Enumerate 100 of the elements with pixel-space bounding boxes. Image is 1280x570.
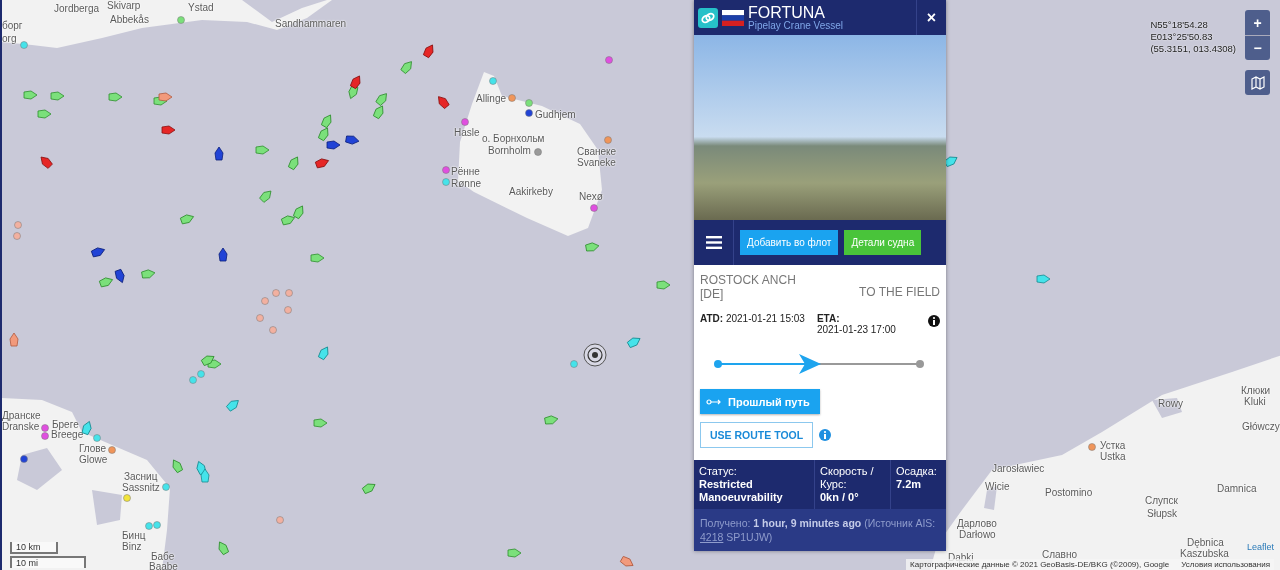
vessel-dot-icon[interactable]: [145, 522, 153, 530]
coordinate-text: N55°18'54.28: [1150, 19, 1209, 31]
vessel-dot-icon[interactable]: [13, 232, 21, 240]
coordinate-text: E013°25'50.83: [1150, 31, 1214, 43]
vessel-dot-icon[interactable]: [489, 77, 497, 85]
ship-icon[interactable]: [348, 84, 359, 99]
vessel-dot-icon[interactable]: [1088, 443, 1096, 451]
vessel-dot-icon[interactable]: [284, 306, 292, 314]
place-label: Сванеке: [577, 146, 617, 157]
link-icon[interactable]: [698, 7, 718, 28]
vessel-dot-icon[interactable]: [197, 370, 205, 378]
place-label: Rønne: [451, 178, 481, 189]
ship-icon[interactable]: [438, 96, 450, 109]
vessel-dot-icon[interactable]: [570, 360, 578, 368]
target-marker-icon[interactable]: [583, 343, 607, 367]
map-icon: [1250, 75, 1265, 90]
ship-icon[interactable]: [114, 268, 125, 283]
ship-icon[interactable]: [214, 146, 224, 161]
place-label: Клюки: [1241, 385, 1271, 396]
vessel-dot-icon[interactable]: [269, 326, 277, 334]
vessel-arrow-icon: [799, 354, 821, 374]
vessel-dot-icon[interactable]: [177, 16, 185, 24]
place-label: Брегe: [52, 419, 79, 430]
place-label: Kluki: [1244, 396, 1266, 407]
leaflet-link[interactable]: Leaflet: [1246, 542, 1274, 552]
vessel-dot-icon[interactable]: [525, 99, 533, 107]
route-tool-button[interactable]: USE ROUTE TOOL: [700, 422, 814, 448]
past-track-button[interactable]: Прошлый путь: [700, 389, 820, 414]
place-label: Glowe: [79, 454, 108, 465]
menu-icon: [705, 236, 722, 249]
place-label: Ustka: [1100, 451, 1126, 462]
place-label: Darłowo: [959, 529, 996, 540]
info-icon[interactable]: [928, 315, 940, 327]
vessel-dot-icon[interactable]: [442, 178, 450, 186]
place-label: Rowy: [1158, 398, 1183, 409]
track-icon: [706, 398, 722, 405]
vessel-dot-icon[interactable]: [256, 314, 264, 322]
place-label: Hasle: [454, 127, 480, 138]
vessel-type: Pipelay Crane Vessel: [748, 20, 844, 31]
place-label: Aakirkeby: [509, 186, 553, 197]
vessel-dot-icon[interactable]: [442, 166, 450, 174]
vessel-dot-icon[interactable]: [261, 297, 269, 305]
place-label: Слупск: [1145, 495, 1178, 506]
ship-icon[interactable]: [161, 125, 176, 135]
vessel-dot-icon[interactable]: [41, 424, 49, 432]
zoom-in-button[interactable]: +: [1245, 10, 1270, 35]
ship-icon[interactable]: [218, 247, 228, 262]
vessel-dot-icon[interactable]: [189, 376, 197, 384]
action-button[interactable]: Добавить во флот: [740, 230, 839, 255]
place-label: Jordberga: [54, 3, 100, 14]
ship-icon[interactable]: [423, 44, 434, 59]
place-label: Глове: [79, 443, 107, 454]
place-label: org: [2, 33, 17, 44]
place-label: Skivarp: [107, 0, 141, 11]
place-label: Główczy: [1242, 421, 1280, 432]
ship-icon[interactable]: [326, 140, 341, 150]
place-label: Sassnitz: [122, 482, 160, 493]
vessel-dot-icon[interactable]: [590, 204, 598, 212]
place-label: Breege: [51, 429, 84, 440]
vessel-dot-icon[interactable]: [108, 446, 116, 454]
ship-icon[interactable]: [345, 135, 360, 145]
vessel-dot-icon[interactable]: [123, 494, 131, 502]
vessel-dot-icon[interactable]: [20, 41, 28, 49]
vessel-dot-icon[interactable]: [461, 118, 469, 126]
ship-icon[interactable]: [314, 158, 329, 169]
vessel-dot-icon[interactable]: [20, 455, 28, 463]
place-label: Abbekås: [110, 14, 149, 25]
place-label: Svaneke: [577, 157, 616, 168]
place-label: Sandhammaren: [275, 18, 347, 29]
zoom-out-button[interactable]: −: [1245, 35, 1270, 60]
ship-icon[interactable]: [40, 156, 53, 169]
vessel-dot-icon[interactable]: [604, 136, 612, 144]
vessel-dot-icon[interactable]: [605, 56, 613, 64]
vessel-dot-icon[interactable]: [14, 221, 22, 229]
vessel-dot-icon[interactable]: [93, 434, 101, 442]
scale-bar: 10 km: [10, 542, 58, 554]
vessel-dot-icon[interactable]: [525, 109, 533, 117]
attribution-text: Картографические данные © 2021 GeoBasis-DE/BKG (©2009), Google: [910, 560, 1170, 569]
place-label: Дранске: [2, 410, 41, 421]
source-link[interactable]: 4218: [700, 531, 724, 543]
action-button[interactable]: Детали судна: [844, 230, 922, 255]
place-label: Damnica: [1217, 483, 1257, 494]
vessel-dot-icon[interactable]: [272, 289, 280, 297]
vessel-dot-icon[interactable]: [41, 432, 49, 440]
destination-port: TO THE FIELD: [859, 285, 940, 301]
vessel-dot-icon[interactable]: [162, 483, 170, 491]
vessel-dot-icon[interactable]: [285, 289, 293, 297]
place-label: Славно: [1042, 549, 1077, 560]
ship-icon[interactable]: [81, 421, 92, 436]
place-label: Binz: [122, 541, 142, 552]
vessel-dot-icon[interactable]: [153, 521, 161, 529]
vessel-dot-icon[interactable]: [534, 148, 542, 156]
ship-icon[interactable]: [90, 247, 105, 258]
vessel-dot-icon[interactable]: [508, 94, 516, 102]
terms-link[interactable]: Условия использования: [1181, 560, 1270, 569]
eta-time: ETA: 2021-01-23 17:00: [816, 313, 897, 335]
vessel-dot-icon[interactable]: [276, 516, 284, 524]
place-label: Baabe: [149, 561, 178, 570]
ship-icon[interactable]: [350, 75, 361, 90]
map-layers-button[interactable]: [1245, 70, 1270, 95]
